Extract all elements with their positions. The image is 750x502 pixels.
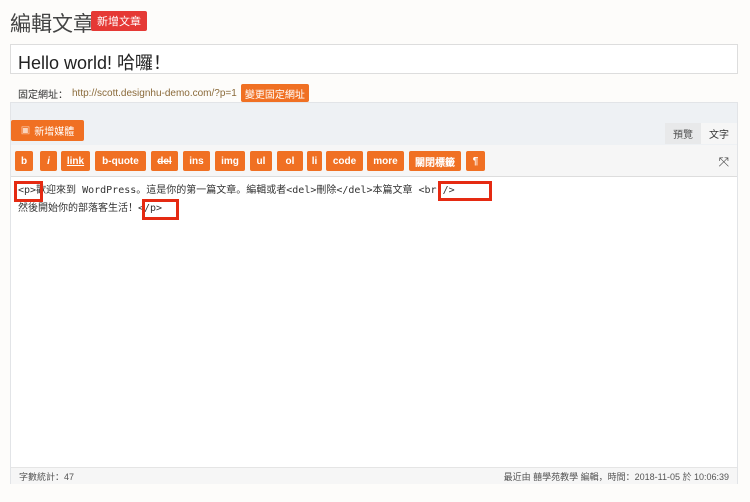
- qt-more[interactable]: more: [367, 151, 404, 171]
- post-title-input[interactable]: Hello world! 哈囉！: [10, 44, 738, 74]
- content-textarea[interactable]: <p>歡迎來到 WordPress。這是你的第一篇文章。編輯或者<del>刪除<…: [11, 177, 737, 467]
- add-media-label: 新增媒體: [34, 127, 75, 138]
- qt-img[interactable]: img: [215, 151, 245, 171]
- highlight-box-p-open: [14, 181, 43, 202]
- change-permalink-button[interactable]: 變更固定網址: [240, 84, 309, 102]
- media-icon: ▣: [20, 125, 31, 136]
- add-media-button[interactable]: ▣ 新增媒體: [11, 120, 84, 141]
- highlight-box-p-close: [142, 199, 179, 220]
- last-edited: 最近由 囍學苑教學 編輯，時間：2018-11-05 於 10:06:39: [503, 471, 729, 482]
- tab-visual[interactable]: 預覽: [665, 123, 701, 144]
- qt-blockquote[interactable]: b-quote: [95, 151, 146, 171]
- qt-link[interactable]: link: [61, 151, 90, 171]
- qt-ol[interactable]: ol: [277, 151, 303, 171]
- qt-close-tags[interactable]: 關閉標籤: [409, 151, 461, 171]
- permalink-row: 固定網址： http://scott.designhu-demo.com/?p=…: [18, 84, 309, 102]
- tab-text[interactable]: 文字: [701, 123, 737, 144]
- content-line: 然後開始你的部落客生活！</p>: [18, 203, 163, 214]
- qt-paragraph[interactable]: ¶: [466, 151, 485, 171]
- qt-code[interactable]: code: [326, 151, 363, 171]
- fullscreen-icon[interactable]: ⤧: [719, 154, 729, 170]
- word-count: 字數統計：47: [19, 471, 75, 482]
- quicktags-toolbar: b i link b-quote del ins img ul ol li co…: [11, 145, 737, 177]
- qt-bold[interactable]: b: [15, 151, 33, 171]
- permalink-url[interactable]: http://scott.designhu-demo.com/?p=1: [72, 88, 237, 99]
- qt-ul[interactable]: ul: [250, 151, 272, 171]
- content-line: <p>歡迎來到 WordPress。這是你的第一篇文章。編輯或者<del>刪除<…: [18, 185, 455, 196]
- qt-li[interactable]: li: [307, 151, 322, 171]
- add-new-post-button[interactable]: 新增文章: [91, 11, 147, 31]
- permalink-label: 固定網址：: [18, 89, 68, 101]
- qt-ins[interactable]: ins: [183, 151, 210, 171]
- post-editor: ▣ 新增媒體 預覽 文字 b i link b-quote del ins im…: [10, 102, 738, 484]
- page-title: 編輯文章: [10, 13, 94, 36]
- qt-del[interactable]: del: [151, 151, 178, 171]
- qt-italic[interactable]: i: [40, 151, 57, 171]
- highlight-box-br: [438, 181, 492, 201]
- editor-status-bar: 字數統計：47 最近由 囍學苑教學 編輯，時間：2018-11-05 於 10:…: [11, 467, 737, 484]
